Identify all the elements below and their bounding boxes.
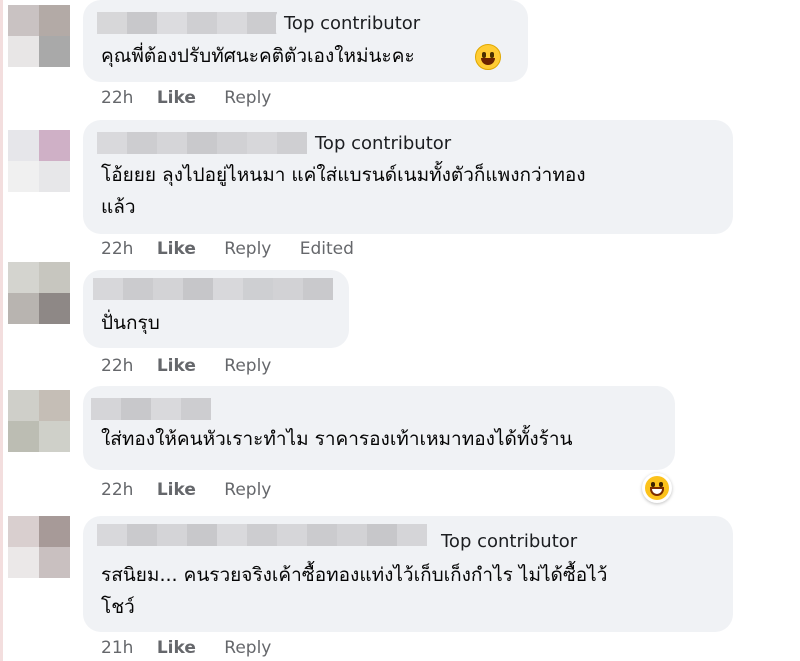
comment-bubble: ใส่ทองให้คนหัวเราะทำไม ราคารองเท้าเหมาทอ… [83,386,675,470]
author-name-blurred[interactable] [97,524,427,546]
grinning-sweat-emoji-icon [475,44,501,70]
like-button[interactable]: Like [157,356,196,376]
comment-actions: 22h Like Reply [101,88,294,108]
like-button[interactable]: Like [157,239,196,259]
top-contributor-badge: Top contributor [433,530,586,554]
author-name-blurred[interactable] [91,398,219,420]
comment-text-line-1: รสนิยม... คนรวยจริงเค้าซื้อทองแท่งไว้เก็… [101,564,608,586]
top-contributor-badge: Top contributor [307,132,460,156]
comment-actions: 22h Like Reply [101,480,294,500]
like-button[interactable]: Like [157,480,196,500]
haha-reaction-icon[interactable] [642,473,672,503]
author-name-blurred[interactable] [97,132,312,154]
reply-button[interactable]: Reply [224,356,271,376]
author-name-blurred[interactable] [93,278,333,300]
comment-text-line-2: แล้ว [101,196,136,218]
avatar[interactable] [8,5,70,67]
comment-bubble: ปั่นกรุบ [83,270,349,348]
timestamp[interactable]: 22h [101,239,133,259]
comment-actions: 22h Like Reply Edited [101,239,354,259]
avatar[interactable] [8,390,70,452]
avatar[interactable] [8,262,70,324]
timestamp[interactable]: 22h [101,480,133,500]
comment-bubble: Top contributor คุณพี่ต้องปรับทัศนะคติตั… [83,0,528,82]
comment-text-line-1: โอ้ยยย ลุงไปอยู่ไหนมา แค่ใส่แบรนด์เนมทั้… [101,164,586,186]
top-contributor-badge: Top contributor [276,12,429,36]
comment-actions: 22h Like Reply [101,356,294,376]
timestamp[interactable]: 22h [101,88,133,108]
comment-text-line-2: โชว์ [101,596,135,618]
reply-button[interactable]: Reply [224,239,271,259]
reply-button[interactable]: Reply [224,88,271,108]
comment-bubble: Top contributor รสนิยม... คนรวยจริงเค้าซ… [83,516,733,632]
like-button[interactable]: Like [157,638,196,658]
comment-text: คุณพี่ต้องปรับทัศนะคติตัวเองใหม่นะคะ [101,45,415,67]
avatar[interactable] [8,130,70,192]
comment-bubble: Top contributor โอ้ยยย ลุงไปอยู่ไหนมา แค… [83,120,733,234]
comment-actions: 21h Like Reply [101,638,294,658]
reply-button[interactable]: Reply [224,638,271,658]
comment-text: ปั่นกรุบ [101,312,160,334]
timestamp[interactable]: 21h [101,638,133,658]
reply-button[interactable]: Reply [224,480,271,500]
timestamp[interactable]: 22h [101,356,133,376]
comment-text: ใส่ทองให้คนหัวเราะทำไม ราคารองเท้าเหมาทอ… [101,428,573,450]
like-button[interactable]: Like [157,88,196,108]
left-edge-line [0,0,3,661]
author-name-blurred[interactable] [97,12,289,34]
avatar[interactable] [8,516,70,578]
edited-label[interactable]: Edited [300,239,354,259]
